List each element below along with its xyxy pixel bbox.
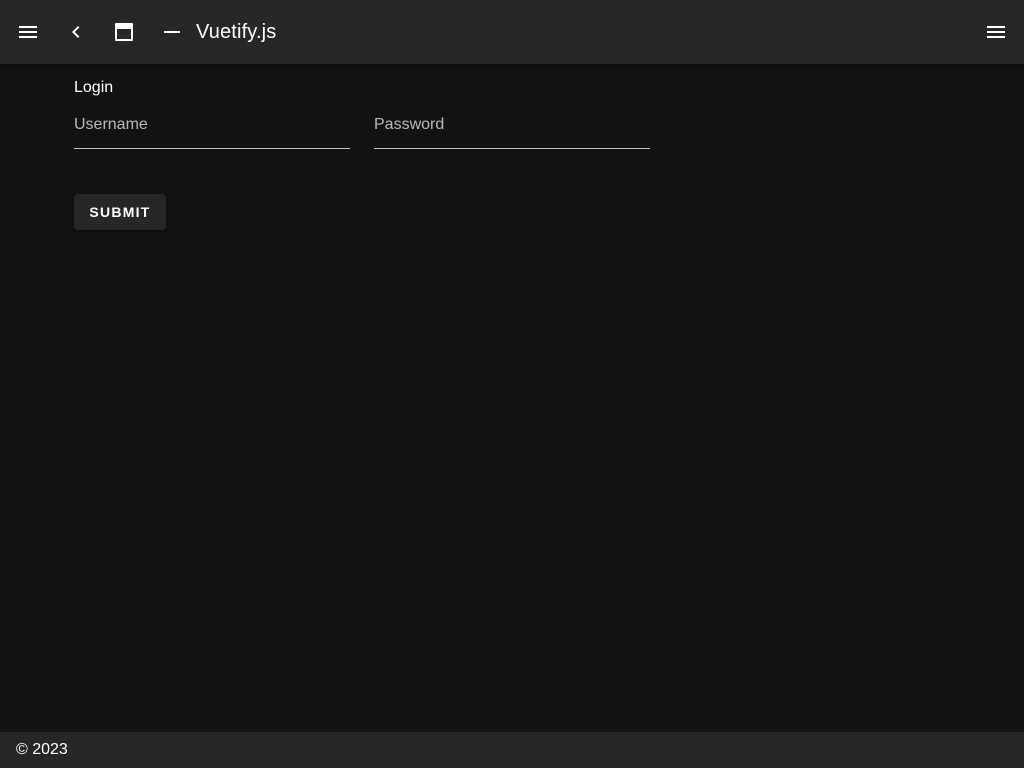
- app-bar: Vuetify.js: [0, 0, 1024, 64]
- submit-button[interactable]: Submit: [74, 194, 166, 230]
- nav-menu-button[interactable]: [4, 8, 52, 56]
- login-title: Login: [74, 79, 114, 96]
- footer: © 2023: [0, 732, 1024, 768]
- app-title: Vuetify.js: [196, 21, 277, 43]
- main-content: Login Submit: [0, 64, 1024, 732]
- right-menu-button[interactable]: [972, 8, 1020, 56]
- chevron-left-icon: [72, 26, 80, 38]
- menu-icon: [987, 26, 1005, 38]
- minus-icon: [164, 31, 180, 33]
- back-button[interactable]: [52, 8, 100, 56]
- window-maximize-icon: [115, 23, 133, 41]
- menu-icon: [19, 26, 37, 38]
- username-input[interactable]: [74, 105, 350, 145]
- copyright-text: © 2023: [16, 741, 68, 758]
- password-input[interactable]: [374, 105, 650, 145]
- minimize-button[interactable]: [148, 8, 196, 56]
- window-maximize-button[interactable]: [100, 8, 148, 56]
- username-field-container: [74, 105, 350, 149]
- app-root: Vuetify.js Login Submit © 2023: [0, 0, 1024, 768]
- password-field-container: [374, 105, 650, 149]
